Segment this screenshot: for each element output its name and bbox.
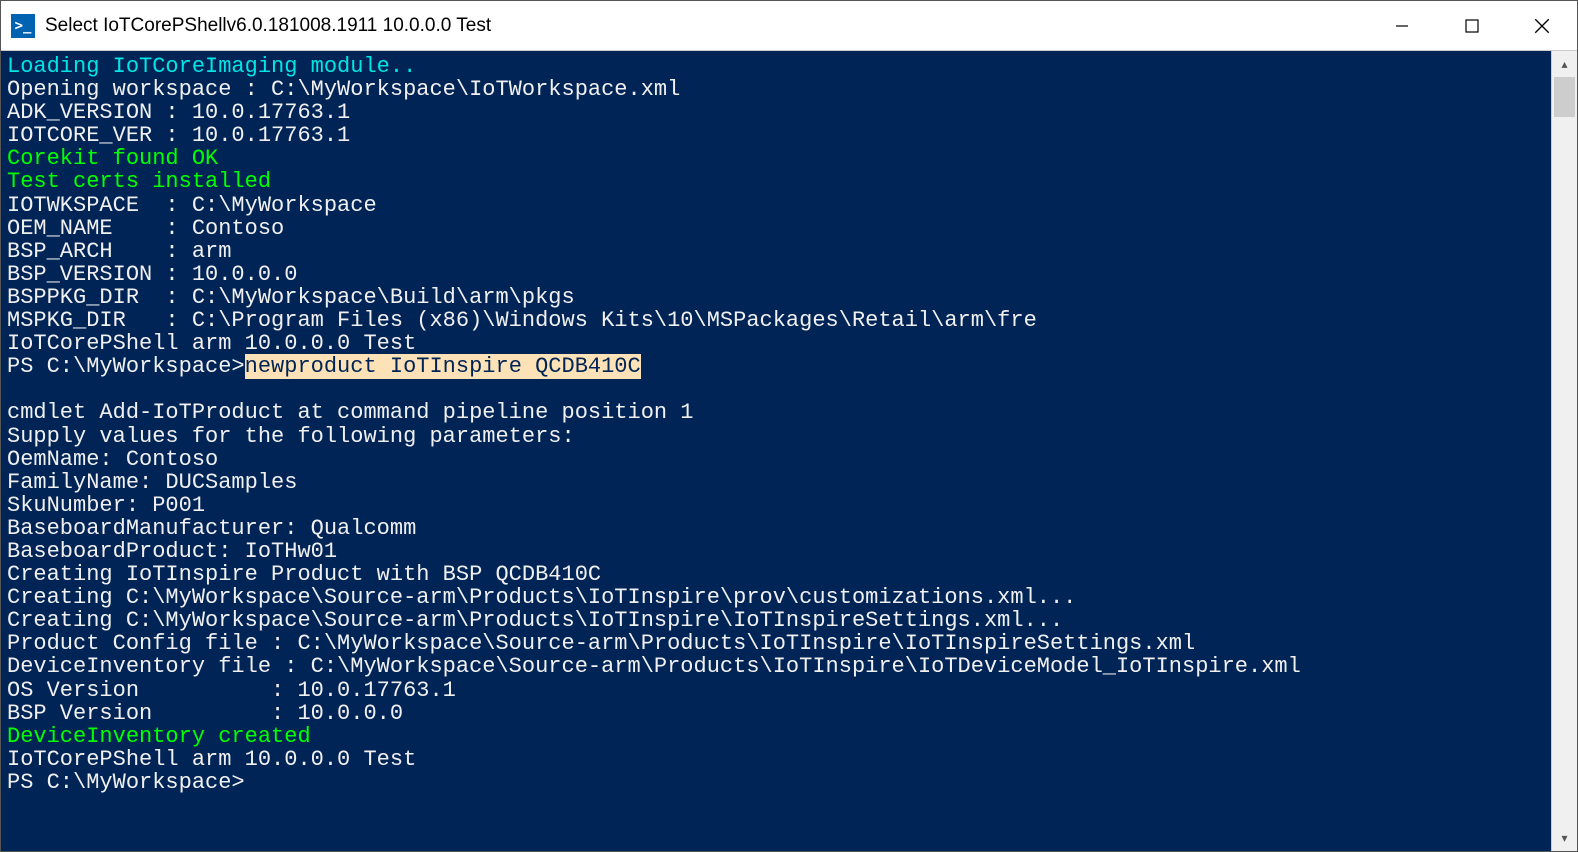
terminal-line: IOTCORE_VER : 10.0.17763.1 bbox=[7, 123, 350, 148]
terminal-line: Product Config file : C:\MyWorkspace\Sou… bbox=[7, 631, 1195, 656]
terminal-line: OemName: Contoso bbox=[7, 447, 218, 472]
maximize-button[interactable] bbox=[1437, 1, 1507, 50]
terminal-line: BSP Version : 10.0.0.0 bbox=[7, 701, 403, 726]
command-highlight: IoTInspire QCDB410C bbox=[377, 354, 641, 379]
prompt[interactable]: PS C:\MyWorkspace> bbox=[7, 770, 245, 795]
terminal-line: Creating C:\MyWorkspace\Source-arm\Produ… bbox=[7, 608, 1063, 633]
terminal-line: BaseboardManufacturer: Qualcomm bbox=[7, 516, 416, 541]
powershell-icon: >_ bbox=[11, 14, 35, 38]
terminal-line: Test certs installed bbox=[7, 169, 271, 194]
terminal-line: OS Version : 10.0.17763.1 bbox=[7, 678, 456, 703]
scrollbar[interactable]: ▴ ▾ bbox=[1551, 51, 1577, 851]
terminal-line: MSPKG_DIR : C:\Program Files (x86)\Windo… bbox=[7, 308, 1037, 333]
terminal-line: Creating C:\MyWorkspace\Source-arm\Produ… bbox=[7, 585, 1076, 610]
terminal-line: BSPPKG_DIR : C:\MyWorkspace\Build\arm\pk… bbox=[7, 285, 575, 310]
terminal-line: Supply values for the following paramete… bbox=[7, 424, 575, 449]
terminal-line: IoTCorePShell arm 10.0.0.0 Test bbox=[7, 747, 416, 772]
terminal-line: Creating IoTInspire Product with BSP QCD… bbox=[7, 562, 601, 587]
terminal-line: DeviceInventory created bbox=[7, 724, 311, 749]
terminal-line: ADK_VERSION : 10.0.17763.1 bbox=[7, 100, 350, 125]
terminal-output[interactable]: Loading IoTCoreImaging module.. Opening … bbox=[1, 51, 1551, 851]
window-title: Select IoTCorePShellv6.0.181008.1911 10.… bbox=[45, 15, 1367, 37]
scroll-thumb[interactable] bbox=[1554, 77, 1575, 117]
terminal-line: DeviceInventory file : C:\MyWorkspace\So… bbox=[7, 654, 1301, 679]
minimize-button[interactable] bbox=[1367, 1, 1437, 50]
terminal-line: IoTCorePShell arm 10.0.0.0 Test bbox=[7, 331, 416, 356]
terminal-line: cmdlet Add-IoTProduct at command pipelin… bbox=[7, 400, 694, 425]
terminal-line: BSP_ARCH : arm bbox=[7, 239, 231, 264]
terminal-line: SkuNumber: P001 bbox=[7, 493, 205, 518]
terminal-line: Corekit found OK bbox=[7, 146, 218, 171]
titlebar[interactable]: >_ Select IoTCorePShellv6.0.181008.1911 … bbox=[1, 1, 1577, 51]
terminal-line: Loading IoTCoreImaging module.. bbox=[7, 54, 416, 79]
terminal-line: Opening workspace : C:\MyWorkspace\IoTWo… bbox=[7, 77, 680, 102]
scroll-down-icon[interactable]: ▾ bbox=[1552, 825, 1577, 851]
terminal-line: IOTWKSPACE : C:\MyWorkspace bbox=[7, 193, 377, 218]
terminal-line: FamilyName: DUCSamples bbox=[7, 470, 297, 495]
command-highlight: newproduct bbox=[245, 354, 377, 379]
terminal-line: OEM_NAME : Contoso bbox=[7, 216, 284, 241]
scroll-up-icon[interactable]: ▴ bbox=[1552, 51, 1577, 77]
prompt: PS C:\MyWorkspace> bbox=[7, 354, 245, 379]
terminal-line: BaseboardProduct: IoTHw01 bbox=[7, 539, 337, 564]
terminal-line: BSP_VERSION : 10.0.0.0 bbox=[7, 262, 297, 287]
close-button[interactable] bbox=[1507, 1, 1577, 50]
window-controls bbox=[1367, 1, 1577, 50]
